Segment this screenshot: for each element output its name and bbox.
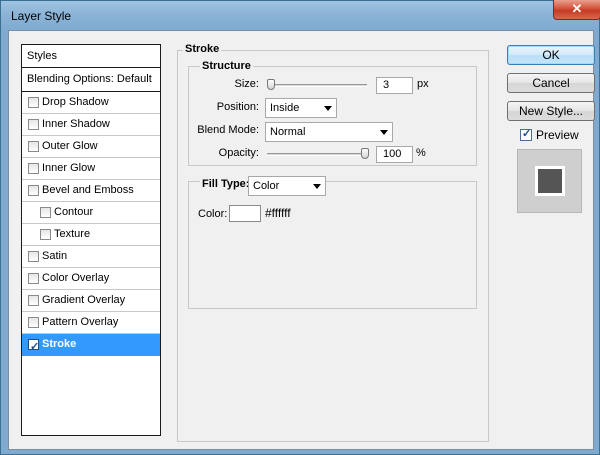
style-item-pattern-overlay[interactable]: Pattern Overlay — [22, 312, 160, 334]
position-dropdown[interactable]: Inside — [265, 98, 337, 118]
style-item-inner-glow[interactable]: Inner Glow — [22, 158, 160, 180]
opacity-input[interactable]: 100 — [376, 146, 413, 163]
blend-mode-label: Blend Mode: — [197, 124, 259, 136]
style-item-contour[interactable]: Contour — [22, 202, 160, 224]
styles-list-header[interactable]: Styles — [22, 45, 160, 68]
close-icon: ✕ — [571, 1, 583, 16]
style-checkbox[interactable] — [28, 273, 39, 284]
position-value: Inside — [270, 102, 300, 114]
style-checkbox[interactable] — [28, 119, 39, 130]
stroke-group-title: Stroke — [183, 43, 222, 55]
size-label: Size: — [234, 78, 259, 90]
close-button[interactable]: ✕ — [553, 0, 600, 20]
blending-options-item[interactable]: Blending Options: Default — [22, 68, 160, 92]
color-label: Color: — [198, 208, 228, 220]
fill-type-group — [188, 181, 477, 309]
style-checkbox[interactable] — [28, 163, 39, 174]
color-swatch[interactable] — [229, 205, 261, 222]
cancel-button[interactable]: Cancel — [507, 73, 595, 93]
color-hex-text: #ffffff — [265, 206, 291, 220]
opacity-slider-track[interactable] — [267, 153, 369, 156]
preview-checkbox[interactable] — [520, 127, 532, 141]
new-style-button[interactable]: New Style... — [507, 101, 595, 121]
fill-type-dropdown[interactable]: Color — [248, 176, 326, 196]
chevron-down-icon — [380, 130, 388, 135]
layer-style-dialog: Layer Style ✕ Styles Blending Options: D… — [0, 0, 600, 455]
style-item-stroke[interactable]: Stroke — [22, 334, 160, 358]
blend-mode-value: Normal — [270, 126, 306, 138]
style-item-bevel-and-emboss[interactable]: Bevel and Emboss — [22, 180, 160, 202]
style-checkbox[interactable] — [28, 337, 39, 358]
style-checkbox[interactable] — [40, 207, 51, 218]
chevron-down-icon — [313, 184, 321, 189]
structure-group-title: Structure — [200, 60, 253, 72]
style-checkbox[interactable] — [28, 141, 39, 152]
style-item-label: Color Overlay — [42, 272, 110, 284]
style-item-label: Bevel and Emboss — [42, 184, 134, 196]
fill-type-label: Fill Type: — [200, 178, 252, 190]
chevron-down-icon — [324, 106, 332, 111]
opacity-slider-thumb[interactable] — [361, 148, 369, 159]
style-checkbox[interactable] — [28, 295, 39, 306]
size-slider-thumb[interactable] — [267, 79, 275, 90]
style-item-gradient-overlay[interactable]: Gradient Overlay — [22, 290, 160, 312]
style-item-label: Outer Glow — [42, 140, 98, 152]
style-checkbox[interactable] — [28, 97, 39, 108]
styles-list: Styles Blending Options: Default Drop Sh… — [21, 44, 161, 436]
style-item-texture[interactable]: Texture — [22, 224, 160, 246]
style-item-label: Texture — [54, 228, 91, 240]
preview-thumbnail — [517, 149, 582, 213]
style-item-label: Inner Glow — [42, 162, 96, 174]
style-checkbox[interactable] — [28, 185, 39, 196]
ok-button[interactable]: OK — [507, 45, 595, 65]
dialog-body: Styles Blending Options: Default Drop Sh… — [8, 30, 595, 450]
blend-mode-dropdown[interactable]: Normal — [265, 122, 393, 142]
opacity-label: Opacity: — [218, 147, 259, 159]
window-title: Layer Style — [11, 9, 72, 23]
style-item-label: Pattern Overlay — [42, 316, 119, 328]
position-label: Position: — [216, 101, 259, 113]
style-checkbox[interactable] — [28, 251, 39, 262]
preview-label: Preview — [536, 128, 579, 142]
opacity-unit: % — [416, 147, 426, 159]
size-input[interactable]: 3 — [376, 77, 413, 94]
style-item-label: Gradient Overlay — [42, 294, 126, 306]
style-item-outer-glow[interactable]: Outer Glow — [22, 136, 160, 158]
size-unit: px — [417, 78, 429, 90]
style-checkbox[interactable] — [28, 317, 39, 328]
style-item-label: Drop Shadow — [42, 96, 109, 108]
style-item-label: Stroke — [42, 338, 77, 350]
style-item-label: Inner Shadow — [42, 118, 110, 130]
style-item-inner-shadow[interactable]: Inner Shadow — [22, 114, 160, 136]
style-item-label: Satin — [42, 250, 68, 262]
size-slider-track[interactable] — [267, 84, 367, 87]
fill-type-value: Color — [253, 180, 280, 192]
style-item-color-overlay[interactable]: Color Overlay — [22, 268, 160, 290]
style-item-drop-shadow[interactable]: Drop Shadow — [22, 92, 160, 114]
style-item-satin[interactable]: Satin — [22, 246, 160, 268]
style-checkbox[interactable] — [40, 229, 51, 240]
style-item-label: Contour — [54, 206, 94, 218]
preview-swatch — [535, 166, 565, 196]
